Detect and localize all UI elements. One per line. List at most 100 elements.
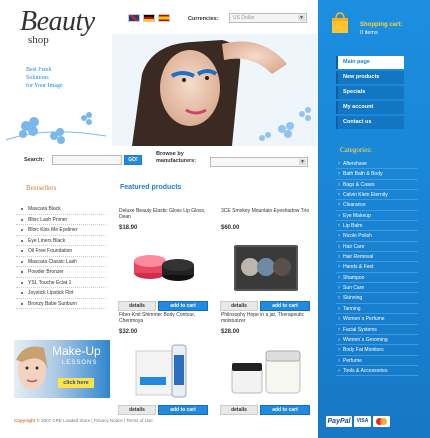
manufacturers-select[interactable]: ▼ [210, 157, 308, 167]
categories-title: Categories: [340, 146, 372, 154]
footer-privacy-link[interactable]: Privacy Notice [94, 418, 123, 423]
currency-select[interactable]: US Dollar ▼ [229, 13, 307, 23]
nav-specials[interactable]: Specials [336, 86, 404, 99]
bestseller-item[interactable]: Joystick Lipstick Flirt [16, 288, 106, 299]
product-name[interactable]: Philosophy Hope in a jar, Therapeutic mo… [221, 312, 313, 324]
bestsellers-list: Mascara Black Blinc Lash Primer Blinc Ki… [16, 204, 106, 309]
nav-contact-us[interactable]: Contact us [336, 116, 404, 129]
currency-value: US Dollar [233, 15, 255, 21]
bestseller-item[interactable]: Mascara Classic Lash [16, 257, 106, 267]
category-item[interactable]: Tools & Accessories [336, 366, 418, 377]
spain-flag-icon[interactable] [158, 14, 170, 22]
category-item[interactable]: Sun Care [336, 283, 418, 294]
logo-subtitle: shop [28, 34, 49, 46]
lip-gloss-product-image[interactable] [126, 237, 202, 299]
cart-item-count: 0 items [360, 30, 378, 36]
category-item[interactable]: Bath Bath & Body [336, 169, 418, 180]
site-logo[interactable]: Beauty shop [20, 6, 95, 47]
bestseller-item[interactable]: Eye Liners Black [16, 236, 106, 246]
category-item[interactable]: Hair Care [336, 242, 418, 253]
logo-title: Beauty [20, 6, 95, 37]
product-details-button[interactable]: details [118, 301, 156, 311]
featured-products-section: Featured products Deluxe Beauty Elastic … [112, 176, 318, 415]
product-card: Fiber-Knit Shimmer Body Contour, Cherimo… [116, 312, 212, 422]
category-item[interactable]: Skinning [336, 293, 418, 304]
add-to-cart-button[interactable]: add to cart [158, 301, 208, 311]
eyeshadow-trio-product-image[interactable] [228, 237, 304, 299]
bestseller-item[interactable]: Powder Bronzer [16, 267, 106, 278]
browse-label-line-1: Browse by [156, 151, 184, 157]
footer-terms-link[interactable]: Terms of Use [126, 418, 153, 423]
category-item[interactable]: Shampoo [336, 273, 418, 284]
shopping-bag-icon[interactable] [330, 12, 350, 34]
bestseller-item[interactable]: Mascara Black [16, 204, 106, 215]
category-item[interactable]: Perfume [336, 356, 418, 366]
category-item[interactable]: Women`s Grooming [336, 335, 418, 346]
bestsellers-title: Bestsellers [26, 184, 57, 192]
category-item[interactable]: Aftershave [336, 159, 418, 170]
search-go-button[interactable]: GO! [124, 155, 142, 165]
product-name[interactable]: Fiber-Knit Shimmer Body Contour, Cherimo… [119, 312, 211, 324]
uk-flag-icon[interactable] [128, 14, 140, 22]
header: Beauty shop Best Fresh Solutions for You… [0, 0, 318, 146]
category-item[interactable]: Eye Makeup [336, 211, 418, 222]
tagline-line-1: Best Fresh [26, 67, 52, 73]
currency-label: Currencies: [188, 16, 219, 22]
product-price: $28.00 [221, 329, 240, 335]
chevron-down-icon: ▼ [299, 159, 306, 165]
categories-list: Aftershave Bath Bath & Body Bags & Cases… [336, 159, 418, 377]
bestseller-item[interactable]: Blinc Kiss Me Eyeliner [16, 225, 106, 236]
search-bar: Search: GO! Browse by manufacturers: ▼ [0, 146, 318, 174]
product-name[interactable]: 3CE Smokey Mountain Eyeshadow Trio [221, 208, 313, 214]
category-item[interactable]: Hands & Feet [336, 262, 418, 273]
product-price: $32.00 [119, 329, 138, 335]
body-contour-product-image[interactable] [126, 341, 202, 403]
bestseller-item[interactable]: Bronzy Babe Sunburn [16, 299, 106, 309]
category-item[interactable]: Bags & Cases [336, 180, 418, 191]
browse-manufacturers-label: Browse by manufacturers: [156, 151, 196, 165]
search-label: Search: [24, 157, 45, 163]
product-details-button[interactable]: details [118, 405, 156, 415]
nav-my-account[interactable]: My account [336, 101, 404, 114]
category-item[interactable]: Calvin Klein Eternity [336, 190, 418, 201]
hero-model-image [112, 34, 318, 146]
main-navigation: Main page New products Specials My accou… [336, 56, 404, 131]
mastercard-logo-icon [373, 416, 390, 427]
add-to-cart-button[interactable]: add to cart [158, 405, 208, 415]
nav-main-page[interactable]: Main page [336, 56, 404, 69]
category-item[interactable]: Clearance [336, 200, 418, 211]
visa-logo: VISA [354, 416, 371, 427]
category-item[interactable]: Facial Systems [336, 325, 418, 335]
add-to-cart-button[interactable]: add to cart [260, 405, 310, 415]
browse-label-line-2: manufacturers: [156, 158, 197, 164]
flower-decoration-icon [6, 112, 106, 144]
banner-click-here-button[interactable]: click here [58, 378, 94, 388]
category-item[interactable]: Women`s Perfume [336, 314, 418, 325]
moisturizer-jar-product-image[interactable] [228, 341, 304, 403]
featured-products-title: Featured products [120, 184, 182, 191]
bestseller-item[interactable]: Oil Free Foundation [16, 246, 106, 257]
tagline-line-2: Solutions [26, 75, 49, 81]
makeup-lessons-banner[interactable]: Make-Up LESSONS click here [14, 340, 110, 398]
product-details-button[interactable]: details [220, 301, 258, 311]
category-item[interactable]: Body Fat Monitors [336, 345, 418, 356]
category-item[interactable]: Lip Balm [336, 221, 418, 232]
category-item[interactable]: Tanning [336, 304, 418, 315]
add-to-cart-button[interactable]: add to cart [260, 301, 310, 311]
bestseller-item[interactable]: Blinc Lash Primer [16, 215, 106, 225]
bestseller-item[interactable]: YSL Touche Eclat 1 [16, 278, 106, 288]
payment-methods: PayPal VISA [326, 416, 390, 427]
product-details-button[interactable]: details [220, 405, 258, 415]
product-name[interactable]: Deluxe Beauty Elastic Gloss Lip Gloss, D… [119, 208, 211, 220]
category-item[interactable]: Nicole Polish [336, 231, 418, 242]
cart-title[interactable]: Shopping cart: [360, 22, 402, 28]
nav-new-products[interactable]: New products [336, 71, 404, 84]
tagline-line-3: for Your Image [26, 83, 63, 89]
germany-flag-icon[interactable] [143, 14, 155, 22]
search-input[interactable] [52, 155, 122, 165]
footer: Copyright © 2007 CRE Loaded Store | Priv… [14, 418, 153, 423]
left-sidebar: Bestsellers Mascara Black Blinc Lash Pri… [14, 176, 110, 408]
category-item[interactable]: Hair Removal [336, 252, 418, 263]
language-selector [128, 14, 170, 22]
banner-title: Make-Up [52, 344, 101, 358]
